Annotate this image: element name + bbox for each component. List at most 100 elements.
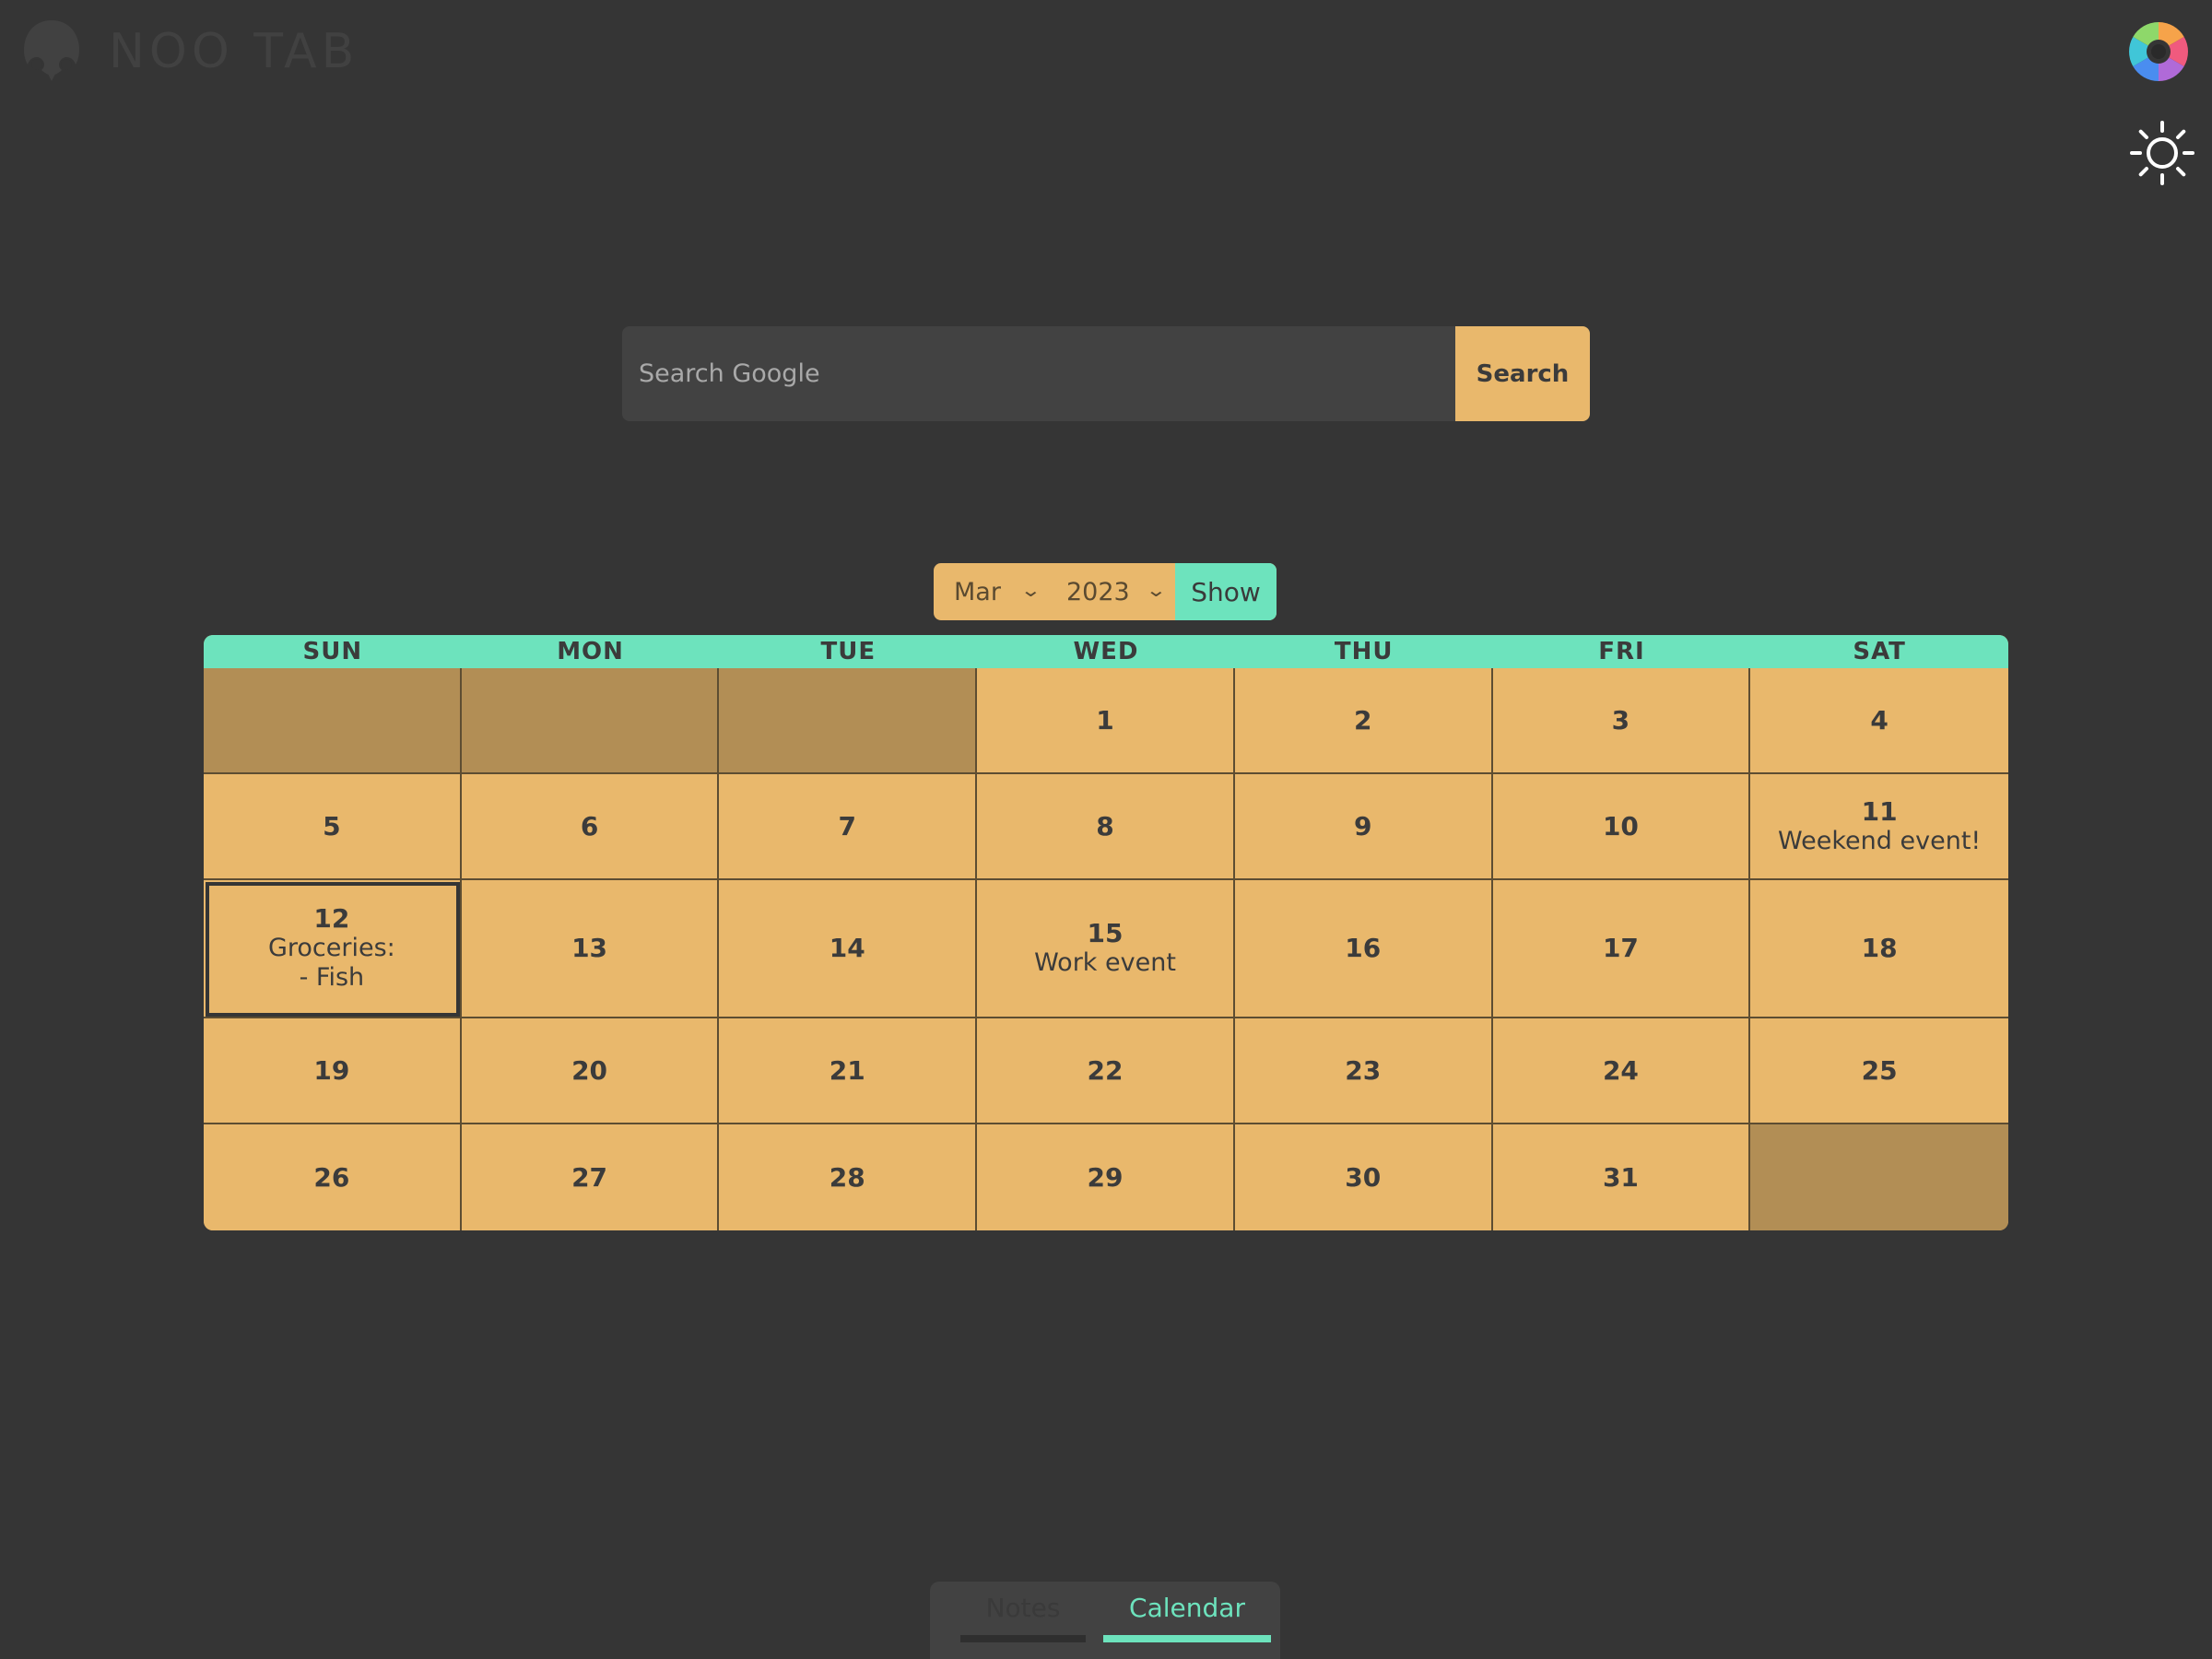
day-number: 27: [571, 1161, 608, 1193]
calendar-day-13[interactable]: 13: [461, 880, 720, 1018]
calendar-day-10[interactable]: 10: [1492, 774, 1751, 880]
day-number: 15: [1087, 918, 1124, 948]
weekday-label: SUN: [302, 638, 363, 665]
app-logo: NOO TAB: [17, 17, 359, 87]
show-button[interactable]: Show: [1175, 563, 1277, 620]
calendar-day-3[interactable]: 3: [1492, 668, 1751, 774]
calendar-day-16[interactable]: 16: [1234, 880, 1493, 1018]
day-number: 4: [1870, 704, 1888, 735]
day-number: 24: [1602, 1054, 1639, 1086]
day-number: 19: [313, 1054, 350, 1086]
day-number: 25: [1861, 1054, 1898, 1086]
calendar-day-4[interactable]: 4: [1750, 668, 2008, 774]
day-number: 10: [1602, 810, 1639, 841]
calendar-day-empty: [719, 668, 978, 774]
penguin-icon: [24, 20, 79, 81]
calendar-day-25[interactable]: 25: [1750, 1018, 2008, 1124]
bottom-tabs: Notes Calendar: [930, 1582, 1280, 1659]
calendar-day-30[interactable]: 30: [1234, 1124, 1493, 1230]
sun-icon[interactable]: [2129, 120, 2195, 186]
day-number: 23: [1345, 1054, 1382, 1086]
calendar-day-29[interactable]: 29: [977, 1124, 1235, 1230]
calendar-day-28[interactable]: 28: [719, 1124, 978, 1230]
day-number: 3: [1611, 704, 1630, 735]
weekday-label: FRI: [1598, 638, 1645, 665]
day-number: 16: [1345, 933, 1382, 963]
calendar-day-empty: [204, 668, 462, 774]
calendar-day-31[interactable]: 31: [1492, 1124, 1751, 1230]
calendar-day-26[interactable]: 26: [204, 1124, 462, 1230]
calendar-day-7[interactable]: 7: [719, 774, 978, 880]
calendar-day-12[interactable]: 12 Groceries: - Fish: [204, 880, 462, 1018]
day-number: 11: [1861, 795, 1898, 827]
day-number: 18: [1861, 933, 1898, 963]
calendar-day-17[interactable]: 17: [1492, 880, 1751, 1018]
calendar-day-8[interactable]: 8: [977, 774, 1235, 880]
calendar-day-1[interactable]: 1: [977, 668, 1235, 774]
day-number: 26: [313, 1161, 350, 1193]
day-number: 7: [838, 810, 857, 841]
calendar-day-18[interactable]: 18: [1750, 880, 2008, 1018]
year-select[interactable]: 2023 ⌄: [1050, 563, 1175, 620]
day-note: Weekend event!: [1778, 826, 1982, 855]
day-number: 30: [1345, 1161, 1382, 1193]
weekday-label: TUE: [820, 638, 877, 665]
tab-calendar-indicator: [1103, 1635, 1271, 1642]
weekday-header: SUN MON TUE WED THU FRI SAT: [204, 635, 2008, 668]
search-button[interactable]: Search: [1455, 326, 1590, 421]
day-number: 5: [323, 810, 341, 841]
search-bar: Search: [622, 326, 1590, 421]
day-number: 8: [1096, 810, 1114, 841]
day-number: 14: [829, 933, 865, 963]
calendar-day-19[interactable]: 19: [204, 1018, 462, 1124]
app-title: NOO TAB: [109, 24, 359, 79]
day-number: 21: [829, 1054, 865, 1086]
day-number: 6: [580, 810, 599, 841]
day-number: 12: [313, 903, 350, 934]
day-number: 9: [1353, 810, 1372, 841]
calendar-day-21[interactable]: 21: [719, 1018, 978, 1124]
day-number: 13: [571, 933, 608, 963]
calendar-day-23[interactable]: 23: [1234, 1018, 1493, 1124]
month-value: Mar: [954, 577, 1001, 606]
day-number: 20: [571, 1054, 608, 1086]
calendar-day-6[interactable]: 6: [461, 774, 720, 880]
month-year-selector: Mar ⌄ 2023 ⌄ Show: [934, 563, 1277, 620]
chevron-down-icon: ⌄: [1145, 579, 1168, 601]
calendar-day-20[interactable]: 20: [461, 1018, 720, 1124]
calendar-day-14[interactable]: 14: [719, 880, 978, 1018]
calendar-day-2[interactable]: 2: [1234, 668, 1493, 774]
day-note: Work event: [1034, 948, 1176, 977]
calendar-day-11[interactable]: 11 Weekend event!: [1750, 774, 2008, 880]
weekday-label: SAT: [1853, 638, 1906, 665]
tab-calendar[interactable]: Calendar: [1103, 1589, 1271, 1659]
calendar: SUN MON TUE WED THU FRI SAT 1 2 3 4 5 6 7 8 9 10 1…: [204, 635, 2008, 1230]
weekday-label: THU: [1334, 638, 1394, 665]
calendar-day-27[interactable]: 27: [461, 1124, 720, 1230]
calendar-day-24[interactable]: 24: [1492, 1018, 1751, 1124]
tab-calendar-label: Calendar: [1129, 1593, 1245, 1623]
calendar-day-22[interactable]: 22: [977, 1018, 1235, 1124]
calendar-day-empty: [1750, 1124, 2008, 1230]
year-value: 2023: [1066, 577, 1130, 606]
tab-notes-label: Notes: [985, 1593, 1061, 1623]
tab-notes-indicator: [960, 1635, 1086, 1642]
day-number: 22: [1087, 1054, 1124, 1086]
search-input[interactable]: [622, 326, 1455, 421]
tab-notes[interactable]: Notes: [945, 1589, 1101, 1659]
calendar-day-15[interactable]: 15 Work event: [977, 880, 1235, 1018]
calendar-day-9[interactable]: 9: [1234, 774, 1493, 880]
day-number: 17: [1602, 933, 1639, 963]
calendar-day-5[interactable]: 5: [204, 774, 462, 880]
weekday-label: WED: [1073, 638, 1139, 665]
day-number: 31: [1602, 1161, 1639, 1193]
chevron-down-icon: ⌄: [1019, 579, 1042, 601]
day-number: 1: [1096, 704, 1114, 735]
month-select[interactable]: Mar ⌄: [934, 563, 1050, 620]
day-number: 2: [1353, 704, 1372, 735]
day-note: Groceries: - Fish: [267, 934, 395, 992]
color-wheel-icon[interactable]: [2127, 20, 2190, 83]
calendar-grid: 1 2 3 4 5 6 7 8 9 10 11 Weekend event! 12 Groceries: …: [204, 668, 2008, 1230]
calendar-day-empty: [461, 668, 720, 774]
day-number: 29: [1087, 1161, 1124, 1193]
